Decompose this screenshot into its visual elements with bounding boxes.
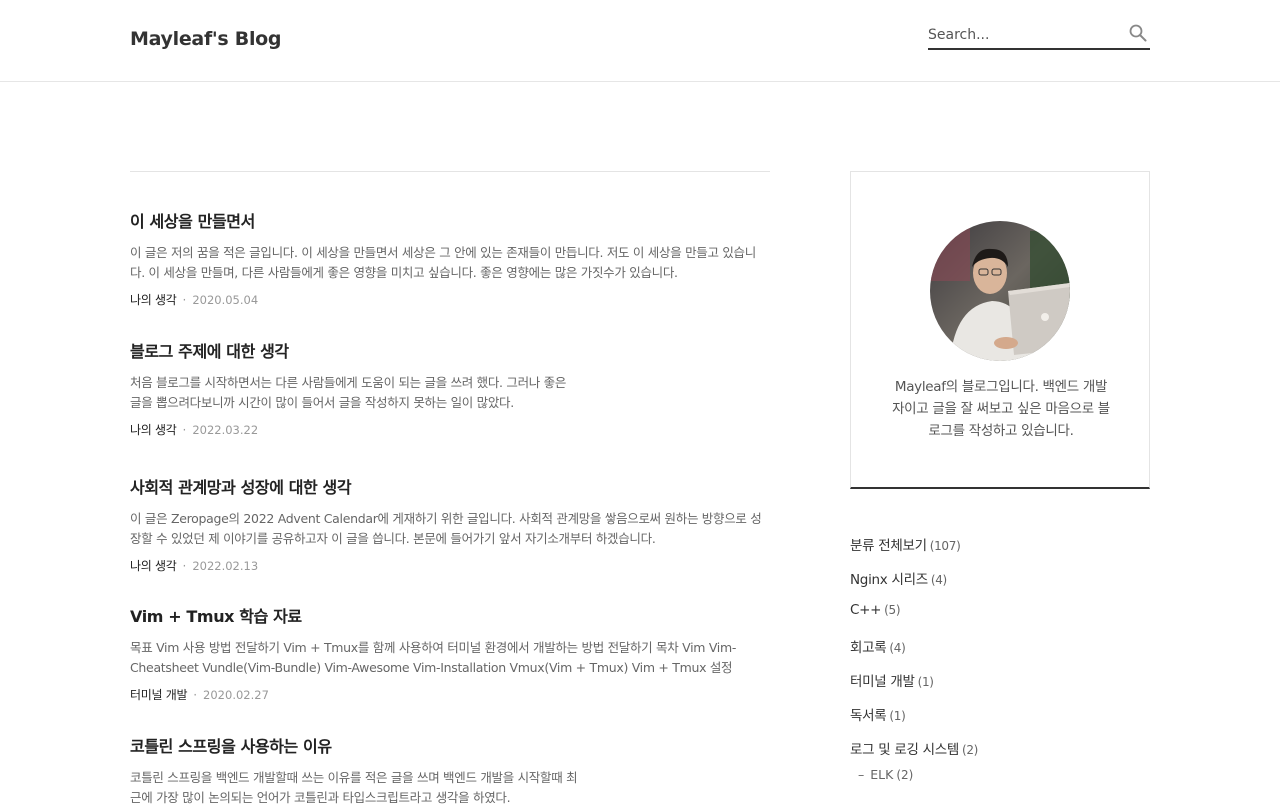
post-excerpt: 처음 블로그를 시작하면서는 다른 사람들에게 도움이 되는 글을 쓰려 했다.…: [130, 375, 567, 410]
profile-card: Mayleaf의 블로그입니다. 백엔드 개발자이고 글을 잘 써보고 싶은 마…: [850, 171, 1150, 489]
category-label: 분류 전체보기: [850, 538, 927, 554]
post-title[interactable]: Vim + Tmux 학습 자료: [130, 603, 770, 627]
search-box: [928, 20, 1150, 50]
avatar: [930, 221, 1070, 361]
category-label: 로그 및 로깅 시스템: [850, 742, 959, 758]
post-date: 2022.02.13: [192, 559, 259, 573]
category-item-terminal[interactable]: 터미널 개발 (1): [850, 670, 934, 690]
post-item[interactable]: 블로그 주제에 대한 생각 처음 블로그를 시작하면서는 다른 사람들에게 도움…: [130, 338, 770, 438]
post-title[interactable]: 사회적 관계망과 성장에 대한 생각: [130, 474, 770, 498]
profile-description: Mayleaf의 블로그입니다. 백엔드 개발자이고 글을 잘 써보고 싶은 마…: [892, 379, 1110, 439]
subcategory-dash: –: [858, 767, 865, 782]
post-item[interactable]: 이 세상을 만들면서 이 글은 저의 꿈을 적은 글입니다. 이 세상을 만들면…: [130, 208, 770, 308]
post-excerpt: 코틀린 스프링을 백엔드 개발할때 쓰는 이유를 적은 글을 쓰며 백엔드 개발…: [130, 770, 578, 805]
meta-separator: ·: [193, 688, 198, 702]
category-count: (5): [884, 603, 901, 617]
meta-separator: ·: [182, 559, 187, 573]
post-category[interactable]: 나의 생각: [130, 293, 177, 307]
subcategory-label: ELK: [870, 767, 894, 782]
post-date: 2020.02.27: [203, 688, 269, 702]
post-meta: 나의 생각 · 2022.02.13: [130, 558, 770, 574]
category-count: (4): [930, 573, 947, 587]
category-item-logging[interactable]: 로그 및 로깅 시스템 (2): [850, 738, 978, 758]
post-category[interactable]: 나의 생각: [130, 423, 177, 437]
category-item-nginx[interactable]: Nginx 시리즈 (4): [850, 568, 947, 588]
category-count: (107): [929, 539, 961, 553]
category-count: (1): [917, 675, 934, 689]
category-label: 터미널 개발: [850, 674, 915, 690]
post-excerpt: 이 글은 Zeropage의 2022 Advent Calendar에 게재하…: [130, 511, 762, 546]
post-excerpt: 목표 Vim 사용 방법 전달하기 Vim + Tmux를 함께 사용하여 터미…: [130, 640, 737, 675]
category-label: 독서록: [850, 708, 887, 724]
category-item-reading[interactable]: 독서록 (1): [850, 704, 906, 724]
category-label: C++: [850, 602, 882, 618]
post-item[interactable]: 코틀린 스프링을 사용하는 이유 코틀린 스프링을 백엔드 개발할때 쓰는 이유…: [130, 733, 770, 808]
subcategory-item-elk[interactable]: – ELK (2): [858, 767, 913, 782]
category-count: (4): [889, 641, 906, 655]
post-meta: 터미널 개발 · 2020.02.27: [130, 687, 770, 703]
post-item[interactable]: Vim + Tmux 학습 자료 목표 Vim 사용 방법 전달하기 Vim +…: [130, 603, 770, 703]
post-category[interactable]: 터미널 개발: [130, 688, 188, 702]
site-header: Mayleaf's Blog: [0, 0, 1280, 82]
post-list: 이 세상을 만들면서 이 글은 저의 꿈을 적은 글입니다. 이 세상을 만들면…: [130, 171, 770, 805]
avatar-photo-icon: [930, 221, 1070, 361]
post-title[interactable]: 블로그 주제에 대한 생각: [130, 338, 770, 362]
post-title[interactable]: 이 세상을 만들면서: [130, 208, 770, 232]
post-title[interactable]: 코틀린 스프링을 사용하는 이유: [130, 733, 770, 757]
category-item-retrospective[interactable]: 회고록 (4): [850, 636, 906, 656]
post-date: 2022.03.22: [192, 423, 259, 437]
search-icon[interactable]: [1128, 23, 1148, 43]
category-item-cpp[interactable]: C++ (5): [850, 602, 901, 618]
post-meta: 나의 생각 · 2022.03.22: [130, 422, 770, 438]
meta-separator: ·: [182, 423, 187, 437]
category-item-all[interactable]: 분류 전체보기 (107): [850, 534, 961, 554]
blog-title-link[interactable]: Mayleaf's Blog: [130, 28, 282, 50]
post-item[interactable]: 사회적 관계망과 성장에 대한 생각 이 글은 Zeropage의 2022 A…: [130, 474, 770, 574]
category-label: 회고록: [850, 640, 887, 656]
post-category[interactable]: 나의 생각: [130, 559, 177, 573]
post-excerpt: 이 글은 저의 꿈을 적은 글입니다. 이 세상을 만들면서 세상은 그 안에 …: [130, 245, 756, 280]
category-count: (1): [889, 709, 906, 723]
search-input[interactable]: [928, 22, 1118, 48]
category-label: Nginx 시리즈: [850, 572, 928, 588]
meta-separator: ·: [182, 293, 187, 307]
category-count: (2): [961, 743, 979, 757]
post-date: 2020.05.04: [192, 293, 259, 307]
post-meta: 나의 생각 · 2020.05.04: [130, 292, 770, 308]
subcategory-count: (2): [896, 768, 914, 782]
